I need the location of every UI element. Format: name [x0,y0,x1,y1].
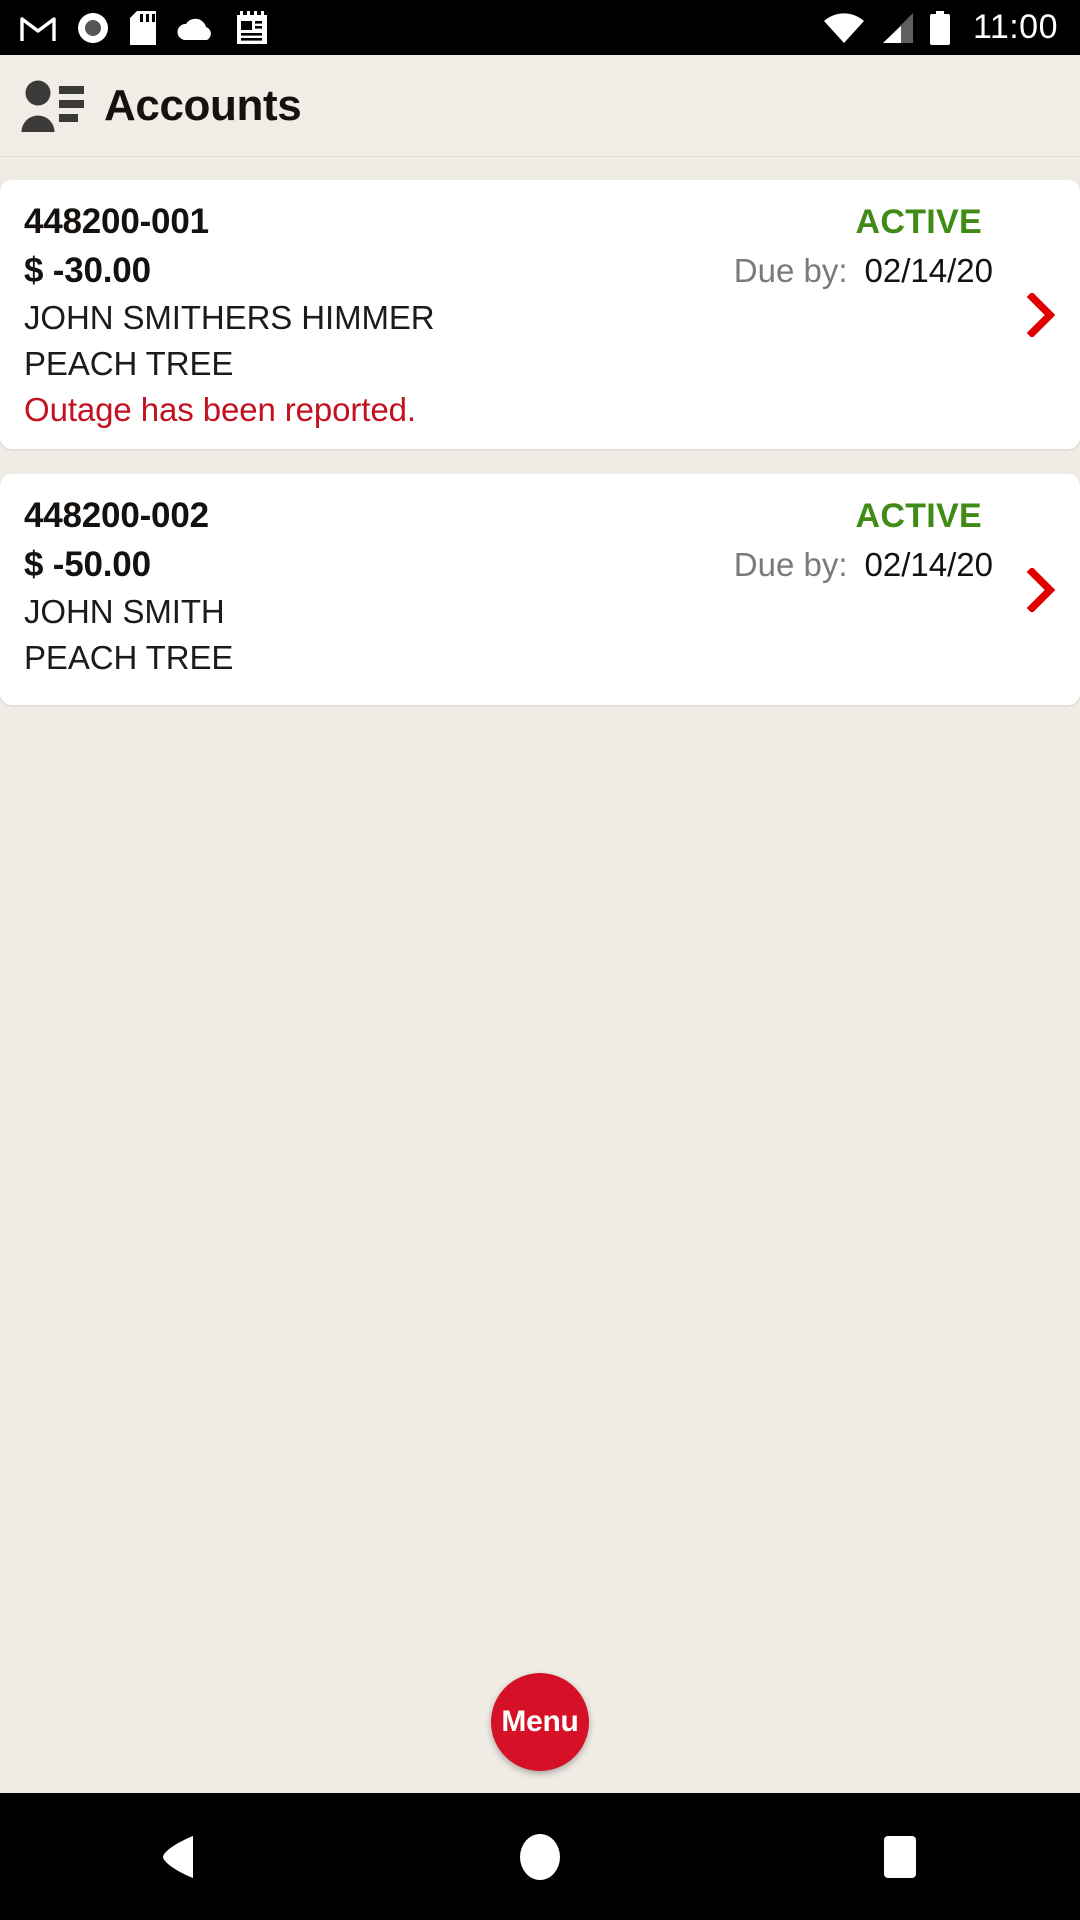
account-card-header: 448200-001 ACTIVE [0,202,1080,242]
back-triangle-icon [163,1835,193,1878]
due-by-label: Due by: [733,252,848,289]
customer-name: JOHN SMITH [24,593,225,630]
status-badge: ACTIVE [855,203,982,241]
sd-card-icon [130,10,156,45]
recents-square-icon [884,1835,916,1878]
page-title: Accounts [104,80,302,130]
wifi-icon [823,12,864,43]
chevron-right-icon[interactable] [1024,292,1058,337]
screen-record-icon [78,12,108,43]
status-bar-clock: 11:00 [972,8,1058,46]
account-balance: $ -50.00 [24,545,151,584]
due-by-label: Due by: [733,546,848,583]
account-balance: $ -30.00 [24,251,151,290]
notes-icon [237,10,267,44]
service-location: PEACH TREE [24,639,234,676]
status-bar-system-icons: 11:00 [823,8,1058,47]
customer-name: JOHN SMITHERS HIMMER [24,299,435,336]
battery-icon [929,10,950,45]
android-navigation-bar [0,1793,1080,1920]
accounts-contact-icon [21,80,84,132]
menu-fab-label: Menu [501,1705,579,1738]
app-bar: Accounts [0,55,1080,157]
account-number: 448200-002 [24,496,209,535]
status-bar-notification-icons [20,10,268,45]
chevron-right-icon[interactable] [1024,567,1058,612]
due-date-group: Due by: 02/14/20 [734,252,993,290]
due-date-group: Due by: 02/14/20 [734,546,993,584]
accounts-list: 448200-001 ACTIVE $ -30.00 Due by: 02/14… [0,157,1080,1793]
status-badge: ACTIVE [855,497,982,535]
account-card[interactable]: 448200-002 ACTIVE $ -50.00 Due by: 02/14… [0,474,1080,705]
phone-screen: 11:00 Accounts 448200-001 ACTIVE $ -30.0… [0,0,1080,1920]
gmail-icon [20,16,56,41]
account-number: 448200-001 [24,202,209,241]
account-card-header: 448200-002 ACTIVE [0,496,1080,536]
due-date-value: 02/14/20 [864,546,993,583]
service-location: PEACH TREE [24,345,234,382]
cloud-icon [177,18,211,40]
nav-home-button[interactable] [440,1793,640,1920]
account-card-balance-row: $ -30.00 Due by: 02/14/20 [0,251,1080,291]
nav-recents-button[interactable] [800,1793,1000,1920]
menu-fab-button[interactable]: Menu [491,1673,589,1771]
status-bar: 11:00 [0,0,1080,55]
account-card-balance-row: $ -50.00 Due by: 02/14/20 [0,545,1080,585]
due-date-value: 02/14/20 [864,252,993,289]
home-circle-icon [520,1833,560,1880]
outage-alert: Outage has been reported. [24,391,416,428]
account-card[interactable]: 448200-001 ACTIVE $ -30.00 Due by: 02/14… [0,180,1080,449]
nav-back-button[interactable] [80,1793,280,1920]
cellular-signal-icon [882,12,913,43]
